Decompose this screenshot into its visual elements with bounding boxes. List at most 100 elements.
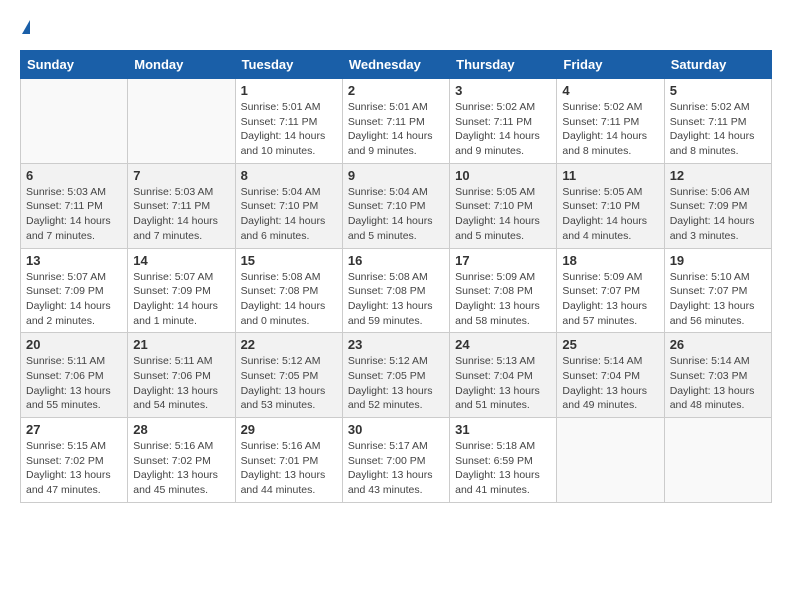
- calendar-week-row: 20 Sunrise: 5:11 AMSunset: 7:06 PMDayligh…: [21, 333, 772, 418]
- day-info: Sunrise: 5:08 AMSunset: 7:08 PMDaylight:…: [241, 270, 337, 329]
- day-number: 12: [670, 168, 766, 183]
- day-number: 7: [133, 168, 229, 183]
- day-info: Sunrise: 5:02 AMSunset: 7:11 PMDaylight:…: [455, 100, 551, 159]
- calendar-cell: 21 Sunrise: 5:11 AMSunset: 7:06 PMDayligh…: [128, 333, 235, 418]
- day-number: 18: [562, 253, 658, 268]
- day-info: Sunrise: 5:06 AMSunset: 7:09 PMDaylight:…: [670, 185, 766, 244]
- calendar-table: SundayMondayTuesdayWednesdayThursdayFrid…: [20, 50, 772, 503]
- day-info: Sunrise: 5:09 AMSunset: 7:08 PMDaylight:…: [455, 270, 551, 329]
- calendar-cell: [128, 79, 235, 164]
- day-info: Sunrise: 5:05 AMSunset: 7:10 PMDaylight:…: [455, 185, 551, 244]
- day-info: Sunrise: 5:08 AMSunset: 7:08 PMDaylight:…: [348, 270, 444, 329]
- day-number: 23: [348, 337, 444, 352]
- calendar-cell: 15Sunrise: 5:08 AMSunset: 7:08 PMDayligh…: [235, 248, 342, 333]
- calendar-cell: 16 Sunrise: 5:08 AMSunset: 7:08 PMDayligh…: [342, 248, 449, 333]
- calendar-cell: [664, 418, 771, 503]
- day-info: Sunrise: 5:14 AMSunset: 7:03 PMDaylight:…: [670, 354, 766, 413]
- calendar-cell: [21, 79, 128, 164]
- calendar-cell: 4 Sunrise: 5:02 AMSunset: 7:11 PMDaylight…: [557, 79, 664, 164]
- calendar-cell: 29 Sunrise: 5:16 AMSunset: 7:01 PMDayligh…: [235, 418, 342, 503]
- day-info: Sunrise: 5:11 AMSunset: 7:06 PMDaylight:…: [133, 354, 229, 413]
- column-header-sunday: Sunday: [21, 51, 128, 79]
- calendar-cell: 18Sunrise: 5:09 AMSunset: 7:07 PMDayligh…: [557, 248, 664, 333]
- calendar-cell: 25 Sunrise: 5:14 AMSunset: 7:04 PMDayligh…: [557, 333, 664, 418]
- day-info: Sunrise: 5:18 AMSunset: 6:59 PMDaylight:…: [455, 439, 551, 498]
- calendar-week-row: 27 Sunrise: 5:15 AMSunset: 7:02 PMDayligh…: [21, 418, 772, 503]
- day-number: 9: [348, 168, 444, 183]
- column-header-tuesday: Tuesday: [235, 51, 342, 79]
- page-header: [20, 20, 772, 34]
- day-info: Sunrise: 5:15 AMSunset: 7:02 PMDaylight:…: [26, 439, 122, 498]
- day-info: Sunrise: 5:05 AMSunset: 7:10 PMDaylight:…: [562, 185, 658, 244]
- calendar-cell: 28 Sunrise: 5:16 AMSunset: 7:02 PMDayligh…: [128, 418, 235, 503]
- day-info: Sunrise: 5:07 AMSunset: 7:09 PMDaylight:…: [133, 270, 229, 329]
- logo: [20, 20, 32, 34]
- calendar-cell: 9 Sunrise: 5:04 AMSunset: 7:10 PMDaylight…: [342, 163, 449, 248]
- calendar-week-row: 1Sunrise: 5:01 AMSunset: 7:11 PMDaylight…: [21, 79, 772, 164]
- calendar-cell: 3 Sunrise: 5:02 AMSunset: 7:11 PMDaylight…: [450, 79, 557, 164]
- day-info: Sunrise: 5:11 AMSunset: 7:06 PMDaylight:…: [26, 354, 122, 413]
- calendar-cell: 11 Sunrise: 5:05 AMSunset: 7:10 PMDayligh…: [557, 163, 664, 248]
- day-number: 25: [562, 337, 658, 352]
- calendar-cell: 10 Sunrise: 5:05 AMSunset: 7:10 PMDayligh…: [450, 163, 557, 248]
- day-number: 2: [348, 83, 444, 98]
- calendar-cell: 12 Sunrise: 5:06 AMSunset: 7:09 PMDayligh…: [664, 163, 771, 248]
- day-number: 10: [455, 168, 551, 183]
- day-info: Sunrise: 5:16 AMSunset: 7:02 PMDaylight:…: [133, 439, 229, 498]
- day-number: 3: [455, 83, 551, 98]
- day-info: Sunrise: 5:13 AMSunset: 7:04 PMDaylight:…: [455, 354, 551, 413]
- day-number: 20: [26, 337, 122, 352]
- calendar-cell: 6Sunrise: 5:03 AMSunset: 7:11 PMDaylight…: [21, 163, 128, 248]
- calendar-cell: 26Sunrise: 5:14 AMSunset: 7:03 PMDayligh…: [664, 333, 771, 418]
- calendar-cell: 2Sunrise: 5:01 AMSunset: 7:11 PMDaylight…: [342, 79, 449, 164]
- day-info: Sunrise: 5:02 AMSunset: 7:11 PMDaylight:…: [670, 100, 766, 159]
- calendar-cell: 13Sunrise: 5:07 AMSunset: 7:09 PMDayligh…: [21, 248, 128, 333]
- day-info: Sunrise: 5:16 AMSunset: 7:01 PMDaylight:…: [241, 439, 337, 498]
- day-number: 5: [670, 83, 766, 98]
- calendar-cell: 17 Sunrise: 5:09 AMSunset: 7:08 PMDayligh…: [450, 248, 557, 333]
- day-number: 8: [241, 168, 337, 183]
- calendar-week-row: 6 Sunrise: 5:03 AMSunset: 7:11 PMDaylight…: [21, 163, 772, 248]
- day-number: 11: [562, 168, 658, 183]
- day-number: 28: [133, 422, 229, 437]
- calendar-cell: 20 Sunrise: 5:11 AMSunset: 7:06 PMDayligh…: [21, 333, 128, 418]
- column-header-monday: Monday: [128, 51, 235, 79]
- logo-icon: [22, 20, 30, 34]
- day-number: 19: [670, 253, 766, 268]
- column-header-saturday: Saturday: [664, 51, 771, 79]
- day-info: Sunrise: 5:03 AMSunset: 7:11 PMDaylight:…: [133, 185, 229, 244]
- calendar-cell: 24Sunrise: 5:13 AMSunset: 7:04 PMDayligh…: [450, 333, 557, 418]
- calendar-cell: [557, 418, 664, 503]
- day-info: Sunrise: 5:04 AMSunset: 7:10 PMDaylight:…: [348, 185, 444, 244]
- calendar-week-row: 13Sunrise: 5:07 AMSunset: 7:09 PMDayligh…: [21, 248, 772, 333]
- calendar-cell: 7 Sunrise: 5:03 AMSunset: 7:11 PMDaylight…: [128, 163, 235, 248]
- day-number: 16: [348, 253, 444, 268]
- calendar-cell: 31Sunrise: 5:18 AMSunset: 6:59 PMDayligh…: [450, 418, 557, 503]
- calendar-cell: 22 Sunrise: 5:12 AMSunset: 7:05 PMDayligh…: [235, 333, 342, 418]
- column-header-wednesday: Wednesday: [342, 51, 449, 79]
- day-number: 4: [562, 83, 658, 98]
- day-number: 21: [133, 337, 229, 352]
- day-number: 14: [133, 253, 229, 268]
- day-info: Sunrise: 5:07 AMSunset: 7:09 PMDaylight:…: [26, 270, 122, 329]
- calendar-cell: 8 Sunrise: 5:04 AMSunset: 7:10 PMDaylight…: [235, 163, 342, 248]
- day-info: Sunrise: 5:12 AMSunset: 7:05 PMDaylight:…: [241, 354, 337, 413]
- calendar-cell: 23Sunrise: 5:12 AMSunset: 7:05 PMDayligh…: [342, 333, 449, 418]
- day-info: Sunrise: 5:10 AMSunset: 7:07 PMDaylight:…: [670, 270, 766, 329]
- day-info: Sunrise: 5:04 AMSunset: 7:10 PMDaylight:…: [241, 185, 337, 244]
- day-number: 6: [26, 168, 122, 183]
- column-header-thursday: Thursday: [450, 51, 557, 79]
- day-number: 22: [241, 337, 337, 352]
- calendar-cell: 19 Sunrise: 5:10 AMSunset: 7:07 PMDayligh…: [664, 248, 771, 333]
- calendar-cell: 14 Sunrise: 5:07 AMSunset: 7:09 PMDayligh…: [128, 248, 235, 333]
- day-number: 17: [455, 253, 551, 268]
- day-number: 27: [26, 422, 122, 437]
- day-info: Sunrise: 5:17 AMSunset: 7:00 PMDaylight:…: [348, 439, 444, 498]
- calendar-cell: 30Sunrise: 5:17 AMSunset: 7:00 PMDayligh…: [342, 418, 449, 503]
- calendar-cell: 27 Sunrise: 5:15 AMSunset: 7:02 PMDayligh…: [21, 418, 128, 503]
- day-number: 29: [241, 422, 337, 437]
- day-info: Sunrise: 5:14 AMSunset: 7:04 PMDaylight:…: [562, 354, 658, 413]
- column-header-friday: Friday: [557, 51, 664, 79]
- day-info: Sunrise: 5:01 AMSunset: 7:11 PMDaylight:…: [241, 100, 337, 159]
- day-info: Sunrise: 5:02 AMSunset: 7:11 PMDaylight:…: [562, 100, 658, 159]
